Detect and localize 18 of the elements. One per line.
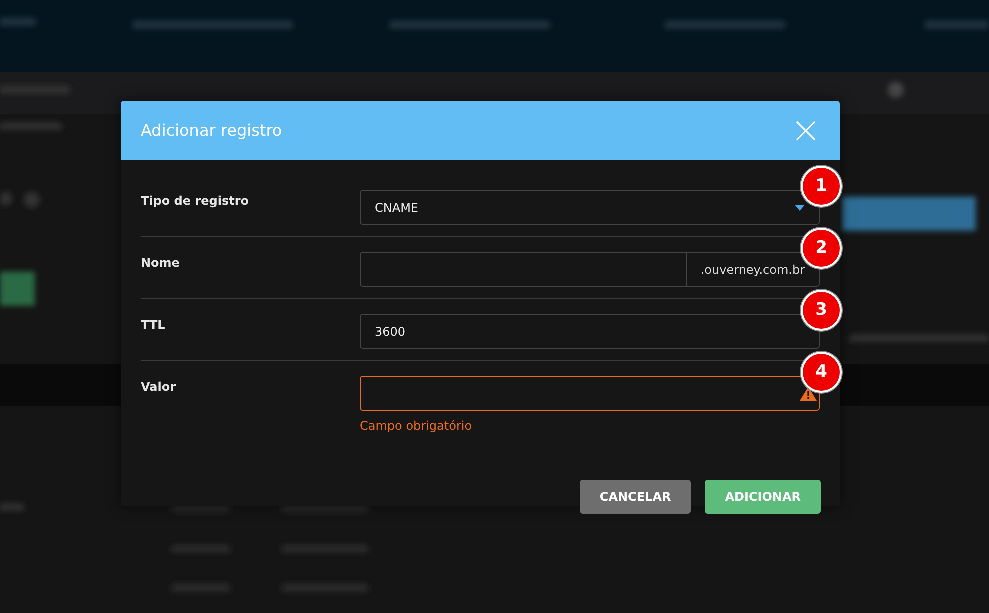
input-field[interactable]: 3600 bbox=[360, 314, 820, 349]
error-message: Campo obrigatório bbox=[360, 418, 474, 435]
input-field[interactable] bbox=[360, 252, 687, 287]
close-icon[interactable] bbox=[796, 120, 816, 140]
number-badge: 2 bbox=[803, 230, 840, 267]
select-field[interactable]: CNAME bbox=[360, 190, 820, 225]
input-field[interactable] bbox=[360, 376, 820, 411]
cancel-button[interactable]: CANCELAR bbox=[580, 480, 692, 514]
field-label: TTL bbox=[141, 317, 166, 334]
dialog-title: Adicionar registro bbox=[141, 120, 282, 142]
number-badge: 4 bbox=[803, 354, 840, 391]
number-badge: 3 bbox=[803, 292, 840, 329]
field-label: Valor bbox=[141, 379, 178, 396]
caret-icon bbox=[795, 204, 805, 210]
number-badge: 1 bbox=[803, 168, 840, 205]
field-label: Tipo de registro bbox=[141, 193, 250, 210]
domain-suffix: .ouverney.com.br bbox=[686, 252, 820, 287]
field-label: Nome bbox=[141, 255, 181, 272]
